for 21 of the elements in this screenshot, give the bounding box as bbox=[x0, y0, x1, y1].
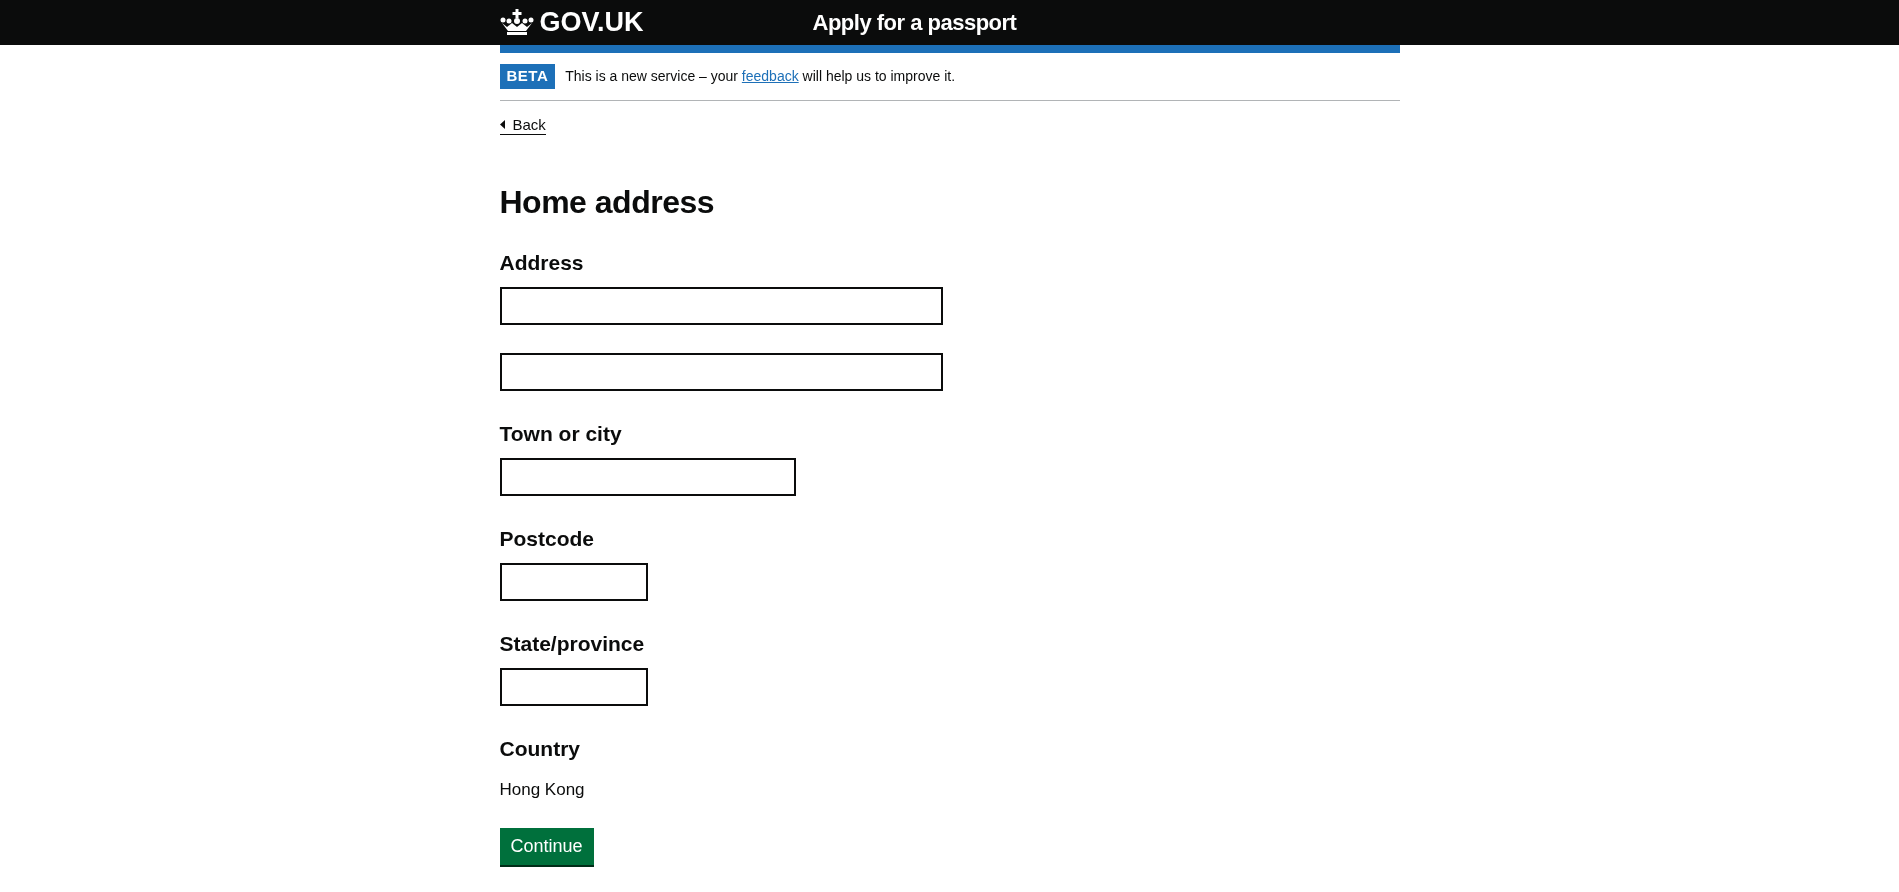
back-link[interactable]: Back bbox=[499, 114, 546, 135]
field-value: Hong Kong bbox=[499, 778, 586, 801]
feedback-link[interactable]: feedback bbox=[741, 67, 799, 84]
text-input[interactable] bbox=[499, 667, 648, 706]
continue-button[interactable]: Continue bbox=[499, 828, 594, 865]
back-triangle-icon bbox=[499, 119, 505, 129]
field-label: Address bbox=[499, 249, 585, 276]
text-input[interactable] bbox=[499, 352, 943, 391]
service-name-link[interactable]: Apply for a passport bbox=[812, 6, 1017, 39]
text-input[interactable] bbox=[499, 562, 648, 601]
field-label: Postcode bbox=[499, 525, 596, 552]
text-input[interactable] bbox=[499, 286, 943, 325]
field-label: Country bbox=[499, 735, 581, 762]
page-heading: Home address bbox=[499, 182, 716, 222]
phase-banner-text: This is a new service – your feedback will help us to improve it. bbox=[565, 66, 956, 86]
phase-tag: BETA bbox=[499, 64, 556, 89]
govuk-logo-link[interactable]: GOV.UK bbox=[499, 9, 813, 36]
field-label: Town or city bbox=[499, 420, 623, 447]
text-input[interactable] bbox=[499, 457, 796, 496]
field-label: State/province bbox=[499, 630, 646, 657]
crown-icon bbox=[499, 9, 534, 36]
